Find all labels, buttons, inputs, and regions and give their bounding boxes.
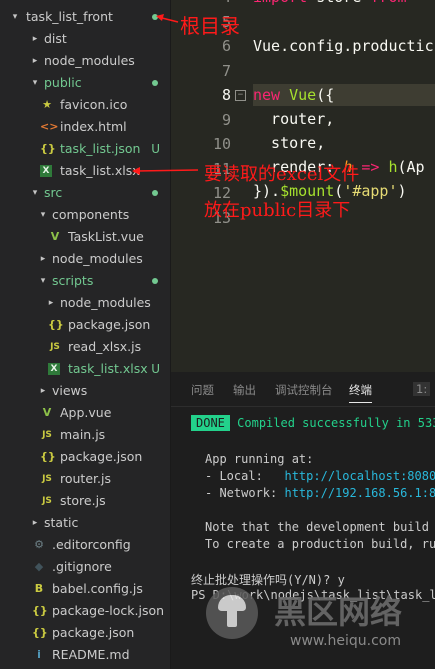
watermark-logo-icon: [206, 587, 258, 639]
arrow-xlsx-line: [135, 169, 199, 172]
annotation-arrows: [132, 14, 199, 175]
arrow-xlsx-head: [132, 167, 140, 175]
annotation-root-dir: 根目录: [180, 14, 240, 38]
watermark: 黑区网络 www.heiqu.com: [200, 585, 435, 669]
annotation-public-dir: 放在public目录下: [204, 200, 351, 221]
arrow-root-head: [156, 14, 164, 21]
watermark-url: www.heiqu.com: [290, 633, 402, 649]
annotation-excel-file: 要读取的excel文件: [204, 164, 360, 185]
watermark-text: 黑区网络: [274, 593, 403, 631]
